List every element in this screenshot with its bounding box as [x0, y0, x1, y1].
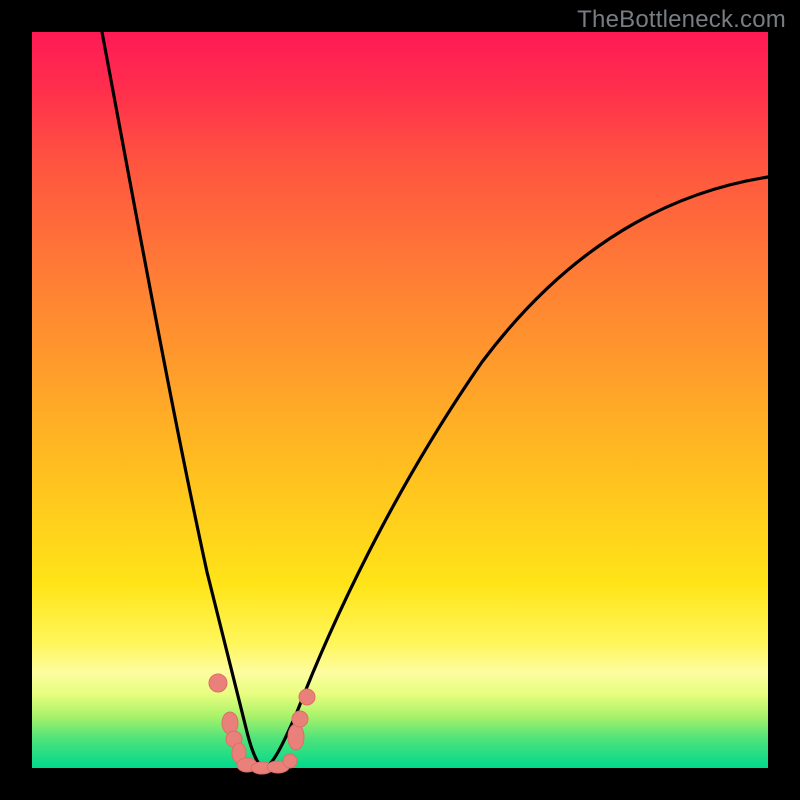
marker-dot	[209, 674, 227, 692]
watermark-text: TheBottleneck.com	[577, 6, 786, 34]
curve-left-branch	[102, 32, 264, 768]
curve-right-branch	[264, 177, 768, 768]
marker-dot	[292, 711, 308, 727]
marker-dot	[288, 724, 304, 750]
marker-dot	[299, 689, 315, 705]
curve-layer	[32, 32, 768, 768]
chart-frame: TheBottleneck.com	[0, 0, 800, 800]
plot-area	[32, 32, 768, 768]
marker-dot	[283, 754, 297, 768]
